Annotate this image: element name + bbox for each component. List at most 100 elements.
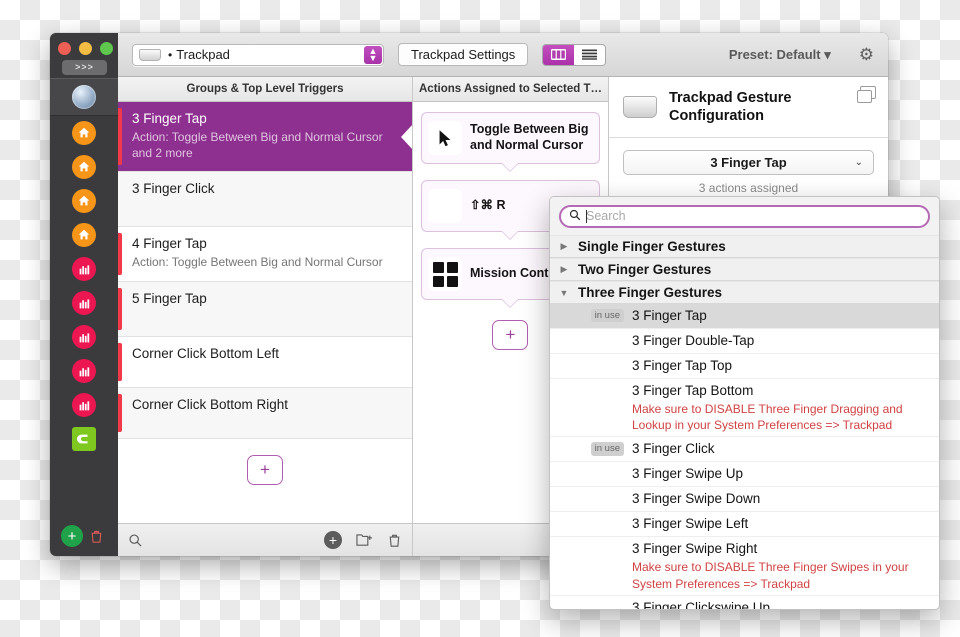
table-row[interactable]: Corner Click Bottom Right xyxy=(118,388,412,439)
add-app-button[interactable]: + xyxy=(61,525,83,547)
trackpad-settings-button[interactable]: Trackpad Settings xyxy=(398,43,528,66)
status-badge: in use xyxy=(591,442,624,455)
badge-column xyxy=(550,515,632,517)
item-text: 3 Finger Double-Tap xyxy=(632,332,939,350)
disclosure-triangle-icon[interactable]: ▼ xyxy=(550,288,578,298)
house-icon xyxy=(72,189,96,213)
sidebar-item-house-3[interactable] xyxy=(50,184,118,218)
list-item[interactable]: 3 Finger Swipe Down xyxy=(550,487,939,512)
sidebar-item-chart-1[interactable] xyxy=(50,252,118,286)
windows-icon[interactable] xyxy=(860,86,876,99)
table-row[interactable]: 3 Finger Tap Action: Toggle Between Big … xyxy=(118,102,412,172)
trigger-title: 3 Finger Click xyxy=(132,181,400,196)
list-item[interactable]: 3 Finger Swipe Right Make sure to DISABL… xyxy=(550,537,939,595)
trigger-title: 5 Finger Tap xyxy=(132,291,400,306)
preset-label: Preset: Default xyxy=(729,47,821,62)
gesture-select[interactable]: 3 Finger Tap ⌄ xyxy=(623,150,874,175)
group-label: Two Finger Gestures xyxy=(578,262,711,277)
trash-icon[interactable] xyxy=(387,533,402,548)
search-input[interactable]: Search xyxy=(559,205,930,228)
chart-icon xyxy=(72,325,96,349)
list-item[interactable]: in use 3 Finger Tap xyxy=(550,304,939,329)
sidebar-item-chart-4[interactable] xyxy=(50,354,118,388)
gesture-warning: Make sure to DISABLE Three Finger Swipes… xyxy=(632,559,929,591)
list-item[interactable]: 3 Finger Swipe Left xyxy=(550,512,939,537)
minimize-button[interactable] xyxy=(79,42,92,55)
gesture-name: 3 Finger Clickswipe Up xyxy=(632,600,770,609)
list-item[interactable]: 3 Finger Double-Tap xyxy=(550,329,939,354)
group-label: Single Finger Gestures xyxy=(578,239,726,254)
cursor-arrow-icon xyxy=(428,121,462,155)
badge-column xyxy=(550,599,632,601)
columns-view-button[interactable] xyxy=(543,45,574,65)
list-item[interactable]: 3 Finger Tap Top xyxy=(550,354,939,379)
rail-item-list xyxy=(50,77,118,522)
item-text: 3 Finger Tap xyxy=(632,307,939,325)
gesture-name: 3 Finger Tap xyxy=(632,308,707,323)
item-text: 3 Finger Swipe Up xyxy=(632,465,939,483)
gesture-name: 3 Finger Swipe Left xyxy=(632,516,748,531)
device-popup-button[interactable]: • Trackpad ▲▼ xyxy=(132,44,384,66)
gear-icon[interactable]: ⚙ xyxy=(859,45,874,65)
table-row[interactable]: 5 Finger Tap xyxy=(118,282,412,337)
globe-icon xyxy=(72,85,96,109)
gesture-list[interactable]: ▶ Single Finger Gestures ▶ Two Finger Ge… xyxy=(550,235,939,609)
table-row[interactable]: 4 Finger Tap Action: Toggle Between Big … xyxy=(118,227,412,281)
sidebar-item-house-4[interactable] xyxy=(50,218,118,252)
item-text: 3 Finger Swipe Right Make sure to DISABL… xyxy=(632,540,939,591)
group-row-two-finger[interactable]: ▶ Two Finger Gestures xyxy=(550,258,939,281)
sidebar-item-house-2[interactable] xyxy=(50,150,118,184)
triggers-list[interactable]: 3 Finger Tap Action: Toggle Between Big … xyxy=(118,102,412,523)
item-text: 3 Finger Tap Bottom Make sure to DISABLE… xyxy=(632,382,939,433)
add-button[interactable]: + xyxy=(324,531,342,549)
trigger-title: Corner Click Bottom Left xyxy=(132,346,400,361)
list-item[interactable]: 3 Finger Swipe Up xyxy=(550,462,939,487)
group-row-three-finger[interactable]: ▼ Three Finger Gestures xyxy=(550,281,939,304)
sidebar-item-house-1[interactable] xyxy=(50,116,118,150)
sidebar-item-globe[interactable] xyxy=(50,78,118,116)
sidebar-item-green-app[interactable] xyxy=(50,422,118,456)
item-text: 3 Finger Clickswipe Up xyxy=(632,599,939,609)
new-folder-icon[interactable] xyxy=(356,533,373,547)
chevron-down-icon: ⌄ xyxy=(855,157,863,168)
sidebar-item-chart-2[interactable] xyxy=(50,286,118,320)
disclosure-triangle-icon[interactable]: ▶ xyxy=(550,264,578,275)
item-text: 3 Finger Click xyxy=(632,440,939,458)
trigger-subtitle: Action: Toggle Between Big and Normal Cu… xyxy=(132,129,400,161)
sidebar-item-chart-5[interactable] xyxy=(50,388,118,422)
list-view-button[interactable] xyxy=(574,45,605,65)
list-item[interactable]: 3 Finger Tap Bottom Make sure to DISABLE… xyxy=(550,379,939,437)
sidebar-item-chart-3[interactable] xyxy=(50,320,118,354)
flow-arrow-icon xyxy=(501,299,519,308)
group-row-single-finger[interactable]: ▶ Single Finger Gestures xyxy=(550,235,939,258)
add-trigger-button[interactable]: + xyxy=(247,455,283,485)
table-row[interactable]: 3 Finger Click xyxy=(118,172,412,227)
list-item[interactable]: in use 3 Finger Click xyxy=(550,437,939,462)
table-row[interactable]: Corner Click Bottom Left xyxy=(118,337,412,388)
blank-icon xyxy=(428,189,462,223)
add-action-button[interactable]: + xyxy=(492,320,528,350)
preset-popup-button[interactable]: Preset: Default ▾ xyxy=(729,47,831,63)
device-stepper-icon[interactable]: ▲▼ xyxy=(364,46,382,64)
search-icon[interactable] xyxy=(128,533,143,548)
trigger-title: 4 Finger Tap xyxy=(132,236,400,251)
badge-column xyxy=(550,357,632,359)
trigger-title: Corner Click Bottom Right xyxy=(132,397,400,412)
status-badge: in use xyxy=(591,309,624,322)
gesture-name: 3 Finger Tap Top xyxy=(632,358,732,373)
list-item[interactable]: Toggle Between Big and Normal Cursor xyxy=(421,112,600,164)
rail-footer: + xyxy=(50,522,118,556)
close-button[interactable] xyxy=(58,42,71,55)
view-mode-segmented-control[interactable] xyxy=(542,44,606,66)
search-icon xyxy=(569,209,581,224)
trackpad-icon xyxy=(623,96,657,118)
list-item[interactable]: 3 Finger Clickswipe Up xyxy=(550,596,939,609)
house-icon xyxy=(72,223,96,247)
triggers-column-header: Groups & Top Level Triggers xyxy=(118,77,412,102)
disclosure-triangle-icon[interactable]: ▶ xyxy=(550,241,578,252)
badge-column xyxy=(550,490,632,492)
item-text: 3 Finger Swipe Left xyxy=(632,515,939,533)
zoom-button[interactable] xyxy=(100,42,113,55)
expand-chevron-icon[interactable]: >>> xyxy=(62,60,107,75)
delete-app-button[interactable] xyxy=(85,525,107,547)
